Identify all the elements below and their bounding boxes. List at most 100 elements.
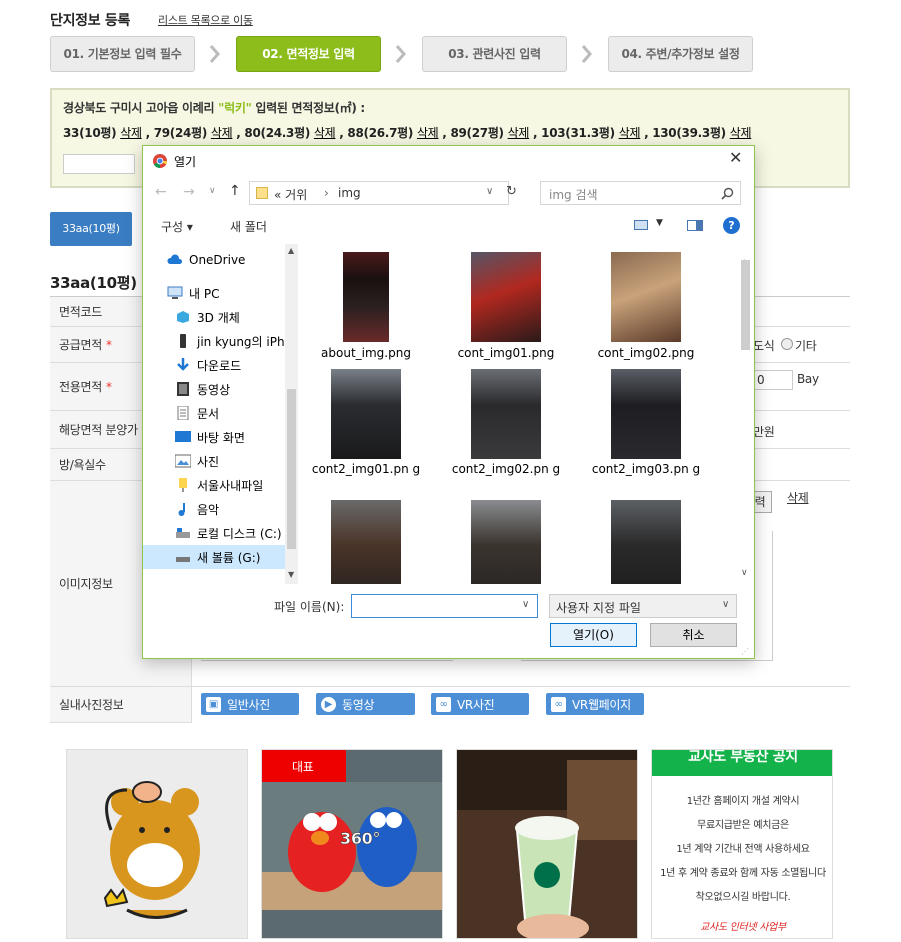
ryan-character-image bbox=[103, 781, 200, 919]
scroll-thumb[interactable] bbox=[287, 389, 296, 549]
filename-input[interactable]: ∨ bbox=[351, 594, 538, 618]
photo-card[interactable]: 교사도 부동산 공지 1년간 홈페이지 개설 계약시 무료지급받은 예치금은 1… bbox=[651, 749, 833, 939]
file-item[interactable]: cont2_img01.pn g bbox=[301, 369, 431, 485]
image-delete-link[interactable]: 삭제 bbox=[787, 489, 809, 506]
back-to-list-link[interactable]: 리스트 목록으로 이동 bbox=[158, 12, 253, 28]
path-current[interactable]: img bbox=[338, 186, 361, 200]
up-arrow-icon[interactable]: ↑ bbox=[229, 183, 241, 199]
step-area-info[interactable]: 02. 면적정보 입력 bbox=[236, 36, 381, 72]
area-delete-link[interactable]: 삭제 bbox=[730, 126, 752, 140]
general-photo-button[interactable]: ▣ 일반사진 bbox=[201, 693, 299, 715]
file-name: about_img.png bbox=[321, 346, 411, 360]
phone-icon bbox=[180, 334, 186, 348]
nav-new-volume[interactable]: 새 볼륨 (G:) bbox=[143, 545, 285, 569]
file-name: cont_img01.png bbox=[457, 346, 555, 360]
nav-this-pc[interactable]: 내 PC bbox=[143, 281, 285, 305]
refresh-icon[interactable]: ↻ bbox=[506, 184, 517, 199]
vr-webpage-button[interactable]: ∞ VR웹페이지 bbox=[546, 693, 644, 715]
nav-pictures[interactable]: 사진 bbox=[143, 449, 285, 473]
recent-dropdown-icon[interactable]: ∨ bbox=[209, 186, 216, 196]
nav-downloads[interactable]: 다운로드 bbox=[143, 353, 285, 377]
nav-desktop[interactable]: 바탕 화면 bbox=[143, 425, 285, 449]
file-scrollbar[interactable]: ∧ ∨ bbox=[739, 244, 752, 584]
forward-arrow-icon[interactable]: → bbox=[183, 184, 195, 200]
file-item[interactable]: cont2_img03.pn g bbox=[581, 369, 711, 485]
area-delete-link[interactable]: 삭제 bbox=[417, 126, 439, 140]
drive-icon bbox=[176, 557, 190, 562]
file-list: about_img.png cont_img01.png cont_img02.… bbox=[301, 244, 738, 584]
file-item[interactable]: cont2_img02.pn g bbox=[441, 369, 571, 485]
vr-photo-button[interactable]: ∞ VR사진 bbox=[431, 693, 529, 715]
area-delete-link[interactable]: 삭제 bbox=[211, 126, 233, 140]
nav-iphone[interactable]: jin kyung의 iPhone bbox=[143, 329, 298, 353]
area-delete-link[interactable]: 삭제 bbox=[120, 126, 142, 140]
filetype-dropdown-icon[interactable]: ∨ bbox=[722, 599, 729, 610]
nav-videos[interactable]: 동영상 bbox=[143, 377, 285, 401]
file-thumbnail bbox=[471, 252, 541, 342]
new-folder-button[interactable]: 새 폴더 bbox=[230, 218, 267, 235]
scroll-thumb[interactable] bbox=[741, 260, 750, 350]
view-icon[interactable] bbox=[634, 220, 648, 230]
area-delete-link[interactable]: 삭제 bbox=[619, 126, 641, 140]
path-dropdown-icon[interactable]: ∨ bbox=[486, 186, 493, 197]
step-extra-info[interactable]: 04. 주변/추가정보 설정 bbox=[608, 36, 753, 72]
area-item: 89(27평) bbox=[450, 126, 504, 140]
step-photos[interactable]: 03. 관련사진 입력 bbox=[422, 36, 567, 72]
nav-label: 로컬 디스크 (C:) bbox=[197, 526, 282, 541]
preview-pane-icon[interactable] bbox=[687, 220, 703, 231]
file-item[interactable]: cont_img01.png bbox=[441, 252, 571, 368]
image-box-left bbox=[201, 659, 453, 661]
resize-grip-icon[interactable]: ⋰ bbox=[741, 647, 749, 656]
view-dropdown-icon[interactable]: ▼ bbox=[656, 218, 663, 228]
image-icon: ▣ bbox=[206, 696, 221, 712]
nav-music[interactable]: 음악 bbox=[143, 497, 285, 521]
file-item[interactable] bbox=[581, 500, 711, 584]
nav-seoul-files[interactable]: 서울사내파일 bbox=[143, 473, 285, 497]
search-input[interactable]: img 검색 bbox=[540, 181, 741, 205]
area-delete-link[interactable]: 삭제 bbox=[314, 126, 336, 140]
nav-3d-objects[interactable]: 3D 개체 bbox=[143, 305, 285, 329]
etc-radio[interactable] bbox=[781, 338, 793, 350]
file-thumbnail bbox=[611, 500, 681, 584]
close-icon[interactable]: ✕ bbox=[729, 148, 742, 167]
open-button[interactable]: 열기(O) bbox=[550, 623, 637, 647]
button-label: VR웹페이지 bbox=[572, 697, 631, 712]
area-input[interactable] bbox=[63, 154, 135, 174]
nav-documents[interactable]: 문서 bbox=[143, 401, 285, 425]
nav-scrollbar[interactable]: ▲ ▼ bbox=[285, 244, 298, 584]
bay-input[interactable]: 0 bbox=[753, 370, 793, 390]
file-item[interactable] bbox=[441, 500, 571, 584]
path-parent[interactable]: « 거위 bbox=[274, 186, 307, 203]
area-tab[interactable]: 33aa(10평) bbox=[50, 212, 132, 246]
back-arrow-icon[interactable]: ← bbox=[155, 184, 167, 200]
filename-dropdown-icon[interactable]: ∨ bbox=[522, 599, 529, 610]
photo-card[interactable] bbox=[66, 749, 248, 939]
file-thumbnail bbox=[471, 369, 541, 459]
scroll-down-icon[interactable]: ∨ bbox=[741, 568, 748, 578]
photo-card-main[interactable]: 대표 360° bbox=[261, 749, 443, 939]
photo-card[interactable] bbox=[456, 749, 638, 939]
picture-icon bbox=[175, 454, 191, 468]
step-basic-info[interactable]: 01. 기본정보 입력 필수 bbox=[50, 36, 195, 72]
file-item[interactable]: about_img.png bbox=[301, 252, 431, 368]
notice-text: 1년간 홈페이지 개설 계약시 무료지급받은 예치금은 1년 계약 기간내 전액… bbox=[652, 790, 832, 910]
file-item[interactable] bbox=[301, 500, 431, 584]
area-item: 88(26.7평) bbox=[347, 126, 414, 140]
cancel-button[interactable]: 취소 bbox=[650, 623, 737, 647]
nav-onedrive[interactable]: OneDrive bbox=[143, 248, 285, 272]
help-icon[interactable]: ? bbox=[723, 217, 740, 234]
filetype-select[interactable]: 사용자 지정 파일 ∨ bbox=[549, 594, 737, 618]
file-item[interactable]: cont_img02.png bbox=[581, 252, 711, 368]
video-button[interactable]: ▶ 동영상 bbox=[316, 693, 415, 715]
address-bar[interactable]: « 거위 › img ∨ ↻ bbox=[249, 181, 517, 205]
scroll-up-icon[interactable]: ▲ bbox=[288, 246, 294, 255]
nav-local-disk[interactable]: 로컬 디스크 (C:) bbox=[143, 521, 285, 545]
area-item: 103(31.3평) bbox=[541, 126, 615, 140]
scroll-down-icon[interactable]: ▼ bbox=[288, 570, 294, 579]
area-delete-link[interactable]: 삭제 bbox=[508, 126, 530, 140]
document-icon bbox=[177, 406, 189, 420]
navigation-pane: OneDrive 내 PC 3D 개체 jin kyung의 iPhone 다운… bbox=[143, 244, 298, 584]
organize-menu[interactable]: 구성 ▾ bbox=[161, 218, 193, 235]
main-photo-badge: 대표 bbox=[262, 750, 346, 782]
nav-label: 문서 bbox=[197, 406, 220, 421]
